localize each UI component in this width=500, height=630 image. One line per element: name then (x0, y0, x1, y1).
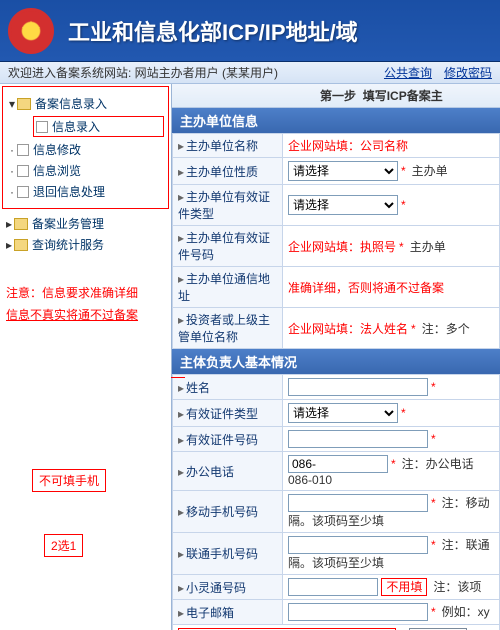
input-unicom[interactable] (288, 536, 428, 554)
step-indicator: 第一步 填写ICP备案主 (172, 84, 500, 108)
tree-item-info-entry[interactable]: 信息录入 (33, 116, 164, 137)
lbl-cert-type: ▸主办单位有效证件类型 (173, 185, 283, 226)
input-mobile[interactable] (288, 494, 428, 512)
lbl-email: ▸电子邮箱 (173, 600, 283, 625)
national-emblem-icon: ★ (8, 8, 54, 54)
tree-item-info-edit[interactable]: ·信息修改 (7, 139, 164, 160)
sidebar: ▾ 备案信息录入 信息录入 ·信息修改 ·信息浏览 ·退回信息处理 ▸备案业务管… (0, 84, 172, 630)
lbl-unicom: ▸联通手机号码 (173, 533, 283, 575)
page-icon (36, 121, 48, 133)
lbl-investor: ▸投资者或上级主管单位名称 (173, 308, 283, 349)
app-title: 工业和信息化部ICP/IP地址/域 (68, 15, 358, 47)
input-person-name[interactable] (288, 378, 428, 396)
hint-org-addr: 准确详细，否则将通不过备案 (288, 281, 444, 295)
lbl-p-cert-no: ▸有效证件号码 (173, 427, 283, 452)
person-form: ▸姓名 * ▸有效证件类型 请选择* ▸有效证件号码 * ▸办公电话 *注：办公… (172, 374, 500, 630)
lbl-org-addr: ▸主办单位通信地址 (173, 267, 283, 308)
annotation-line (171, 377, 185, 378)
callout-no-mobile: 不可填手机 (32, 469, 106, 492)
lbl-p-cert-type: ▸有效证件类型 (173, 400, 283, 427)
main-panel: 第一步 填写ICP备案主 主办单位信息 ▸主办单位名称 企业网站填：公司名称 ▸… (172, 84, 500, 630)
tree-root-filing-entry[interactable]: ▾ 备案信息录入 (7, 93, 164, 114)
hint-phs: 不用填 (381, 578, 427, 596)
tree-item-info-browse[interactable]: ·信息浏览 (7, 160, 164, 181)
folder-icon (17, 98, 31, 110)
page-icon (17, 186, 29, 198)
lbl-mobile: ▸移动手机号码 (173, 491, 283, 533)
org-form: ▸主办单位名称 企业网站填：公司名称 ▸主办单位性质 请选择*主办单 ▸主办单位… (172, 133, 500, 349)
hint-investor: 企业网站填：法人姓名 (288, 322, 408, 336)
hint-org-name: 企业网站填：公司名称 (288, 139, 408, 153)
sidebar-note: 注意：信息要求准确详细 信息不真实将通不过备案 (0, 279, 171, 330)
app-header: ★ 工业和信息化部ICP/IP地址/域 (0, 0, 500, 62)
public-query-link[interactable]: 公共查询 (384, 64, 432, 81)
welcome-text: 欢迎进入备案系统网站: 网站主办者用户 (某某用户) (8, 64, 372, 81)
tree-item-query-stats[interactable]: ▸查询统计服务 (4, 234, 167, 255)
input-p-cert-no[interactable] (288, 430, 428, 448)
section-header-person: 主体负责人基本情况 (172, 349, 500, 374)
change-password-link[interactable]: 修改密码 (444, 64, 492, 81)
input-phs[interactable] (288, 578, 378, 596)
lbl-cert-no: ▸主办单位有效证件号码 (173, 226, 283, 267)
lbl-org-name: ▸主办单位名称 (173, 134, 283, 158)
page-icon (17, 144, 29, 156)
folder-icon (14, 218, 28, 230)
page-icon (17, 165, 29, 177)
collapse-icon: ▾ (7, 97, 17, 111)
hint-cert-no: 企业网站填：执照号 (288, 240, 396, 254)
callout-choose-one: 2选1 (44, 534, 83, 557)
select-org-nature[interactable]: 请选择 (288, 161, 398, 181)
lbl-phs: ▸小灵通号码 (173, 575, 283, 600)
input-email[interactable] (288, 603, 428, 621)
lbl-org-nature: ▸主办单位性质 (173, 158, 283, 185)
input-office-phone[interactable] (288, 455, 388, 473)
tree-item-business-mgmt[interactable]: ▸备案业务管理 (4, 213, 167, 234)
select-p-cert-type[interactable]: 请选择 (288, 403, 398, 423)
folder-icon (14, 239, 28, 251)
select-cert-type[interactable]: 请选择 (288, 195, 398, 215)
tree-item-return-handle[interactable]: ·退回信息处理 (7, 181, 164, 202)
top-bar: 欢迎进入备案系统网站: 网站主办者用户 (某某用户) 公共查询 修改密码 (0, 62, 500, 84)
section-header-org: 主办单位信息 (172, 108, 500, 133)
lbl-person-name: ▸姓名 (173, 375, 283, 400)
lbl-office-phone: ▸办公电话 (173, 452, 283, 491)
